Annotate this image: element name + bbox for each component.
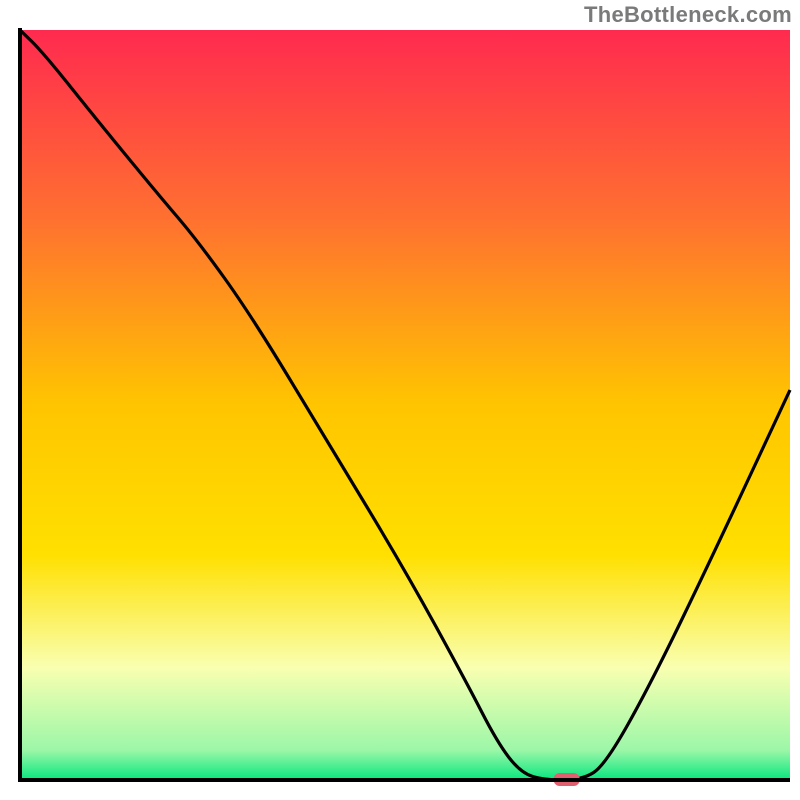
watermark-text: TheBottleneck.com bbox=[584, 2, 792, 28]
bottleneck-chart bbox=[0, 0, 800, 800]
chart-container: { "watermark": "TheBottleneck.com", "cha… bbox=[0, 0, 800, 800]
chart-background-gradient bbox=[20, 30, 790, 780]
